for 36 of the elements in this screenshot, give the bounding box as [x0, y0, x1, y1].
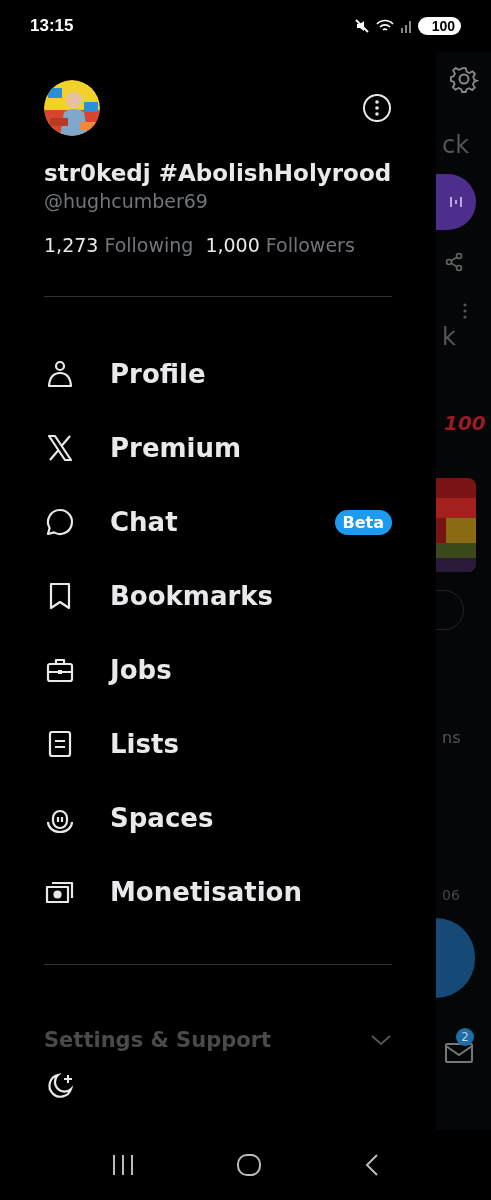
partial-text: ns [442, 728, 461, 747]
status-time: 13:15 [30, 16, 74, 36]
battery-indicator: 100 [417, 17, 461, 35]
menu-item[interactable]: Premium [110, 433, 392, 463]
partial-text: k [442, 322, 456, 352]
recent-apps-icon[interactable] [110, 1154, 135, 1176]
menu-item[interactable]: Chat [110, 507, 335, 537]
more-options-icon[interactable] [362, 93, 392, 123]
menu-item[interactable]: Profile [110, 359, 392, 389]
followers-count[interactable]: 1,000 [205, 232, 260, 258]
menu-item[interactable]: Lists [110, 729, 392, 759]
display-name[interactable]: str0kedj #AbolishHolyrood [44, 158, 392, 188]
following-label[interactable]: Following [104, 232, 194, 258]
speech-bubble-icon[interactable] [44, 506, 76, 538]
more-icon [462, 302, 468, 320]
notification-badge: 2 [456, 1028, 474, 1046]
mute-icon [353, 18, 370, 34]
back-icon[interactable] [364, 1153, 381, 1177]
partial-text: ck [442, 130, 470, 160]
following-count[interactable]: 1,273 [44, 232, 99, 258]
signal-icon [399, 19, 412, 33]
chevron-icon[interactable] [370, 1033, 392, 1047]
hundred-emoji: 100 [444, 410, 486, 436]
settings-icon [449, 64, 479, 94]
share-icon [444, 252, 464, 272]
menu-item[interactable]: Monetisation [110, 877, 392, 907]
home-icon[interactable] [236, 1153, 263, 1177]
audio-bars-icon [449, 196, 463, 208]
menu-item[interactable]: Bookmarks [110, 581, 392, 611]
menu-item[interactable]: Jobs [110, 655, 392, 685]
wifi-icon [375, 18, 394, 34]
menu-item[interactable]: Spaces [110, 803, 392, 833]
beta-badge: Beta [334, 509, 392, 535]
partial-text: 06 [442, 887, 460, 903]
followers-label[interactable]: Followers [265, 232, 355, 258]
username: @hughcumber69 [44, 189, 209, 214]
